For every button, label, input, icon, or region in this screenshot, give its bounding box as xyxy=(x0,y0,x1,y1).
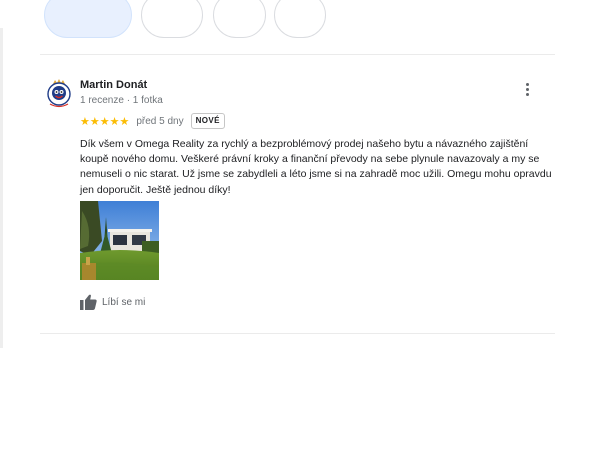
avatar[interactable] xyxy=(45,78,73,110)
like-button[interactable]: Líbí se mi xyxy=(80,292,145,312)
page-left-edge xyxy=(0,28,3,348)
filter-chip[interactable] xyxy=(274,0,326,38)
thumb-up-icon xyxy=(80,294,97,310)
new-badge: NOVÉ xyxy=(190,113,225,129)
filter-chip-selected[interactable] xyxy=(44,0,132,38)
filter-chip[interactable] xyxy=(141,0,203,38)
rating-row: ★★★★★ před 5 dny NOVÉ xyxy=(80,112,225,130)
star-rating: ★★★★★ xyxy=(80,115,130,128)
review-time: před 5 dny xyxy=(136,115,184,127)
house-photo-image xyxy=(80,201,159,280)
reviewer-avatar-icon xyxy=(47,79,71,108)
review-text: Dík všem v Omega Reality za rychlý a bez… xyxy=(80,138,552,196)
reviewer-name[interactable]: Martin Donát xyxy=(80,79,147,91)
more-vert-icon xyxy=(520,83,534,96)
divider-bottom xyxy=(40,333,555,334)
divider-top xyxy=(40,54,555,55)
more-options-button[interactable] xyxy=(520,82,534,100)
reviewer-meta: 1 recenze · 1 fotka xyxy=(80,95,163,106)
filter-chip[interactable] xyxy=(213,0,266,38)
review-photo[interactable] xyxy=(80,201,159,280)
like-label: Líbí se mi xyxy=(102,296,146,308)
